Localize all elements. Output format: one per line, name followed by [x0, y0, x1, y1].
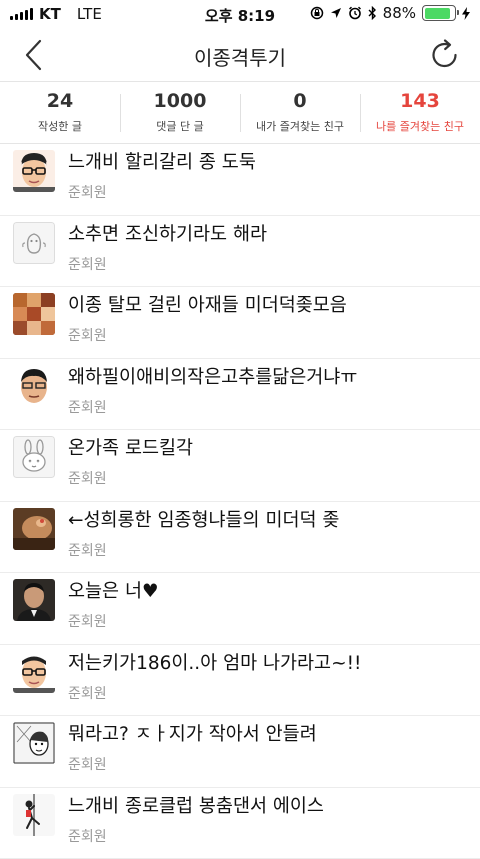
thumbnail	[13, 794, 55, 836]
thumbnail	[13, 150, 55, 192]
stat-label: 나를 즐겨찾는 친구	[360, 118, 480, 134]
post-title: 오늘은 너♥	[68, 577, 159, 603]
photo-closeup-thumbnail-icon	[13, 508, 55, 550]
thumbnail	[13, 579, 55, 621]
list-item[interactable]: 온가족 로드킬각 준회원	[0, 430, 480, 502]
stat-count: 143	[360, 90, 480, 114]
page-title: 이종격투기	[0, 42, 480, 71]
post-title: 왜하필이애비의작은고추를닮은거냐ㅠ	[68, 363, 357, 389]
list-item[interactable]: 느개비 할리갈리 종 도둑 준회원	[0, 144, 480, 216]
comic-thumbnail-icon	[13, 722, 55, 764]
stat-label: 내가 즐겨찾는 친구	[240, 118, 360, 134]
post-author: 준회원	[68, 826, 107, 846]
battery-fill	[425, 8, 451, 19]
list-item[interactable]: 저는키가186이..아 엄마 나가라고~!! 준회원	[0, 645, 480, 717]
list-item[interactable]: ←성희롱한 임종형냐들의 미더덕 좆 준회원	[0, 502, 480, 574]
post-title: 뭐라고? ㅈㅏ지가 작아서 안들려	[68, 720, 317, 746]
bluetooth-icon	[368, 6, 377, 20]
stat-count: 0	[240, 90, 360, 114]
refresh-button[interactable]	[428, 38, 462, 72]
thumbnail	[13, 293, 55, 335]
default-avatar-icon	[13, 222, 55, 264]
battery-percent: 88%	[383, 4, 416, 22]
post-author: 준회원	[68, 397, 107, 417]
bunny-avatar-icon	[13, 436, 55, 478]
status-bar: KT LTE 오후 8:19 88%	[0, 0, 480, 28]
stat-count: 1000	[120, 90, 240, 114]
post-author: 준회원	[68, 325, 107, 345]
rotation-lock-icon	[310, 6, 324, 20]
post-title: 느개비 종로클럽 봉춤댄서 에이스	[68, 792, 324, 818]
dancer-thumbnail-icon	[13, 794, 55, 836]
list-item[interactable]: 뭐라고? ㅈㅏ지가 작아서 안들려 준회원	[0, 716, 480, 788]
post-title: 저는키가186이..아 엄마 나가라고~!!	[68, 649, 361, 675]
photo-collage-thumbnail-icon	[13, 293, 55, 335]
stat-written-posts[interactable]: 24 작성한 글	[0, 82, 120, 143]
location-icon	[330, 7, 342, 19]
list-item[interactable]: 소추면 조신하기라도 해라 준회원	[0, 216, 480, 288]
stats-bar: 24 작성한 글 1000 댓글 단 글 0 내가 즐겨찾는 친구 143 나를…	[0, 82, 480, 144]
thumbnail	[13, 222, 55, 264]
list-item[interactable]: 느개비 종로클럽 봉춤댄서 에이스 준회원	[0, 788, 480, 859]
thumbnail	[13, 508, 55, 550]
post-author: 준회원	[68, 754, 107, 774]
list-item[interactable]: 오늘은 너♥ 준회원	[0, 573, 480, 645]
post-title: 느개비 할리갈리 종 도둑	[68, 148, 256, 174]
stat-my-favorite-friends[interactable]: 0 내가 즐겨찾는 친구	[240, 82, 360, 143]
post-title: 소추면 조신하기라도 해라	[68, 220, 267, 246]
post-title: 온가족 로드킬각	[68, 434, 193, 460]
charging-icon	[462, 7, 470, 20]
stat-friends-favoriting-me[interactable]: 143 나를 즐겨찾는 친구	[360, 82, 480, 143]
man-suit-photo-icon	[13, 579, 55, 621]
refresh-icon	[428, 38, 462, 72]
post-author: 준회원	[68, 611, 107, 631]
thumbnail	[13, 651, 55, 693]
alarm-icon	[348, 6, 362, 20]
stat-commented-posts[interactable]: 1000 댓글 단 글	[120, 82, 240, 143]
post-author: 준회원	[68, 254, 107, 274]
thumbnail	[13, 365, 55, 407]
glasses-man-avatar-icon	[13, 150, 55, 192]
post-title: ←성희롱한 임종형냐들의 미더덕 좆	[68, 506, 339, 532]
nav-bar: 이종격투기	[0, 28, 480, 82]
list-item[interactable]: 이종 탈모 걸린 아재들 미더덕좆모음 준회원	[0, 287, 480, 359]
stat-label: 작성한 글	[0, 118, 120, 134]
glasses-man-avatar-icon	[13, 651, 55, 693]
thumbnail	[13, 722, 55, 764]
post-author: 준회원	[68, 540, 107, 560]
post-author: 준회원	[68, 468, 107, 488]
post-author: 준회원	[68, 182, 107, 202]
post-title: 이종 탈모 걸린 아재들 미더덕좆모음	[68, 291, 347, 317]
post-list: 느개비 할리갈리 종 도둑 준회원 소추면 조신하기라도 해라 준회원 이종 탈…	[0, 144, 480, 859]
stat-count: 24	[0, 90, 120, 114]
stat-label: 댓글 단 글	[120, 118, 240, 134]
status-right: 88%	[310, 4, 470, 22]
post-author: 준회원	[68, 683, 107, 703]
battery-icon	[422, 5, 456, 21]
man-portrait-avatar-icon	[13, 365, 55, 407]
thumbnail	[13, 436, 55, 478]
list-item[interactable]: 왜하필이애비의작은고추를닮은거냐ㅠ 준회원	[0, 359, 480, 431]
